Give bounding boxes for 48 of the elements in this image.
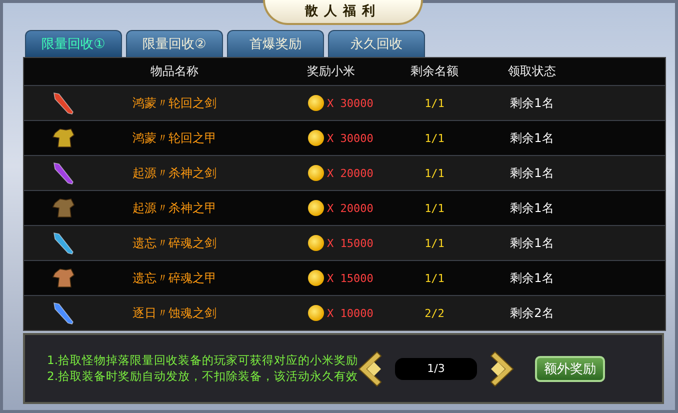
- tab[interactable]: 首爆奖励: [227, 30, 324, 57]
- item-name: 起源〃杀神之剑: [132, 164, 218, 182]
- reward-amount: X 30000: [327, 96, 374, 110]
- reward-amount: X 10000: [327, 306, 374, 320]
- tab[interactable]: 限量回收②: [126, 30, 223, 57]
- tab[interactable]: 永久回收: [328, 30, 425, 57]
- reward-amount: X 20000: [327, 202, 374, 214]
- quota-cell-text: 1/1: [424, 202, 446, 214]
- column-header: 奖励小米: [306, 63, 356, 80]
- column-header: 领取状态: [507, 63, 557, 80]
- reward-amount: X 20000: [327, 166, 374, 180]
- extra-reward-button[interactable]: 额外奖励: [535, 356, 605, 382]
- coin-icon: [308, 200, 324, 216]
- coin-icon: [308, 235, 324, 251]
- coin-icon: [308, 130, 324, 146]
- quota-cell-text: 1/1: [424, 166, 446, 180]
- status-cell-text: 剩余1名: [509, 94, 555, 112]
- quota-cell-text: 1/1: [424, 272, 446, 284]
- item-name: 鸿蒙〃轮回之剑: [132, 94, 218, 112]
- quota-cell-text: 1/1: [424, 236, 446, 250]
- status-cell-text: 剩余1名: [509, 270, 555, 286]
- coin-icon: [308, 165, 324, 181]
- quota-cell-text: 1/1: [424, 96, 446, 110]
- item-name: 遗忘〃碎魂之剑: [132, 234, 218, 252]
- page-indicator: 1/3: [395, 358, 477, 380]
- column-header: 物品名称: [150, 63, 200, 80]
- reward-amount: X 15000: [327, 272, 374, 284]
- status-cell-text: 剩余1名: [509, 130, 555, 146]
- status-cell-text: 剩余2名: [509, 304, 555, 322]
- coin-icon: [308, 270, 324, 286]
- reward-amount: X 30000: [327, 132, 374, 144]
- item-name: 遗忘〃碎魂之甲: [132, 270, 218, 286]
- column-header: 剩余名额: [410, 63, 460, 80]
- status-cell-text: 剩余1名: [509, 200, 555, 216]
- note-text: 1.拾取怪物掉落限量回收装备的玩家可获得对应的小米奖励: [47, 353, 355, 368]
- item-name: 鸿蒙〃轮回之甲: [132, 130, 218, 146]
- item-name: 起源〃杀神之甲: [132, 200, 218, 216]
- item-name: 逐日〃蚀魂之剑: [132, 304, 218, 322]
- reward-amount: X 15000: [327, 236, 374, 250]
- status-cell-text: 剩余1名: [509, 234, 555, 252]
- window-title: 散人福利: [263, 0, 423, 25]
- coin-icon: [308, 95, 324, 111]
- quota-cell-text: 1/1: [424, 132, 446, 144]
- note-text: 2.拾取装备时奖励自动发放，不扣除装备，该活动永久有效: [47, 369, 355, 384]
- tab[interactable]: 限量回收①: [25, 30, 122, 57]
- quota-cell-text: 2/2: [424, 306, 446, 320]
- coin-icon: [308, 305, 324, 321]
- status-cell-text: 剩余1名: [509, 164, 555, 182]
